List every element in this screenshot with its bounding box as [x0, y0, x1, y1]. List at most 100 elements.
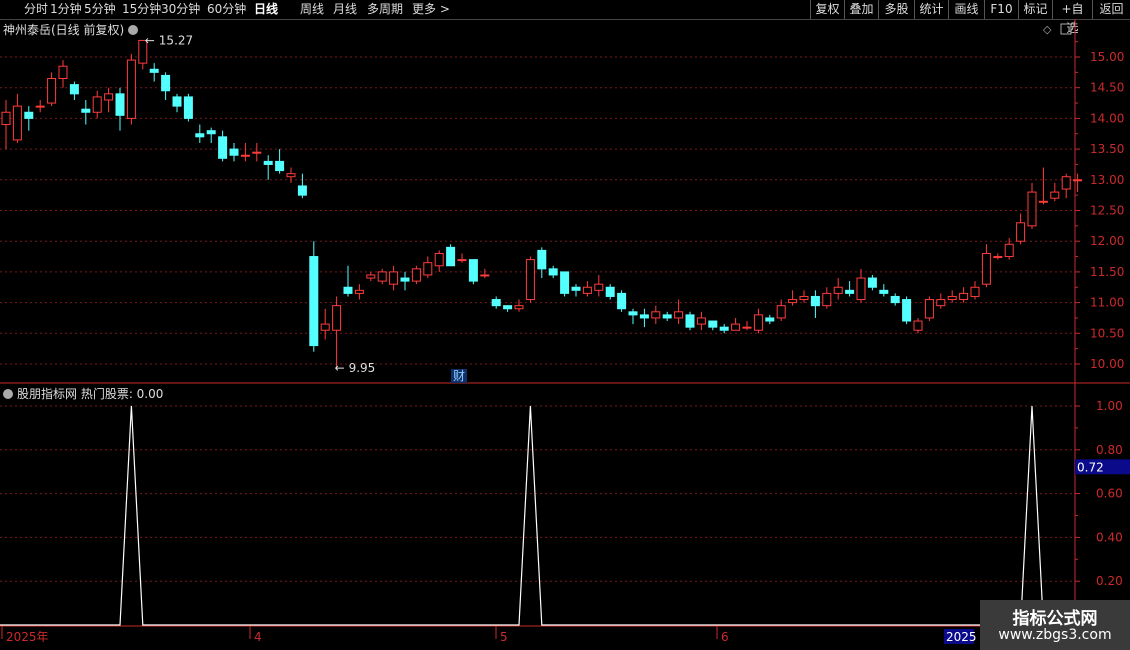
candle-47[interactable]: [537, 247, 547, 279]
candle-38[interactable]: [434, 250, 444, 272]
candle-66[interactable]: [753, 308, 763, 334]
candle-45[interactable]: [514, 299, 524, 312]
candle-3[interactable]: [35, 99, 45, 113]
candle-39[interactable]: [446, 244, 456, 267]
title-dropdown-icon[interactable]: [128, 25, 138, 35]
candle-10[interactable]: [115, 87, 125, 131]
candle-84[interactable]: [959, 287, 969, 303]
candle-16[interactable]: [183, 93, 193, 122]
candle-55[interactable]: [628, 308, 638, 325]
candle-19[interactable]: [218, 130, 228, 162]
candle-78[interactable]: [890, 293, 900, 306]
candle-43[interactable]: [491, 296, 501, 309]
candle-74[interactable]: [845, 281, 855, 297]
candle-49[interactable]: [560, 271, 570, 297]
candlesticks[interactable]: [1, 39, 1083, 368]
candle-0[interactable]: [1, 99, 11, 150]
candle-13[interactable]: [149, 63, 159, 82]
candle-76[interactable]: [867, 274, 877, 291]
candle-5[interactable]: [58, 60, 68, 88]
period-tab-0[interactable]: 分时: [24, 1, 48, 18]
toolbar-button-8[interactable]: 返回: [1092, 0, 1130, 19]
toolbar-button-7[interactable]: +自选: [1052, 0, 1092, 35]
candle-71[interactable]: [810, 290, 820, 318]
candle-14[interactable]: [161, 72, 171, 100]
candle-46[interactable]: [525, 256, 535, 303]
candle-2[interactable]: [24, 106, 34, 131]
candle-50[interactable]: [571, 284, 581, 297]
candle-73[interactable]: [833, 278, 843, 300]
period-tab-3[interactable]: 15分钟: [122, 1, 161, 18]
candle-61[interactable]: [696, 311, 706, 331]
candle-24[interactable]: [275, 149, 285, 174]
candle-82[interactable]: [936, 293, 946, 309]
candle-15[interactable]: [172, 93, 182, 113]
candle-20[interactable]: [229, 142, 239, 162]
candle-75[interactable]: [856, 268, 866, 303]
period-tab-4[interactable]: 30分钟: [161, 1, 200, 18]
period-tab-5[interactable]: 60分钟: [207, 1, 246, 18]
candle-31[interactable]: [354, 284, 364, 300]
candle-9[interactable]: [104, 87, 114, 113]
candle-25[interactable]: [286, 167, 296, 183]
candle-89[interactable]: [1016, 213, 1026, 245]
candle-90[interactable]: [1027, 182, 1037, 229]
candle-68[interactable]: [776, 299, 786, 322]
candle-91[interactable]: [1038, 167, 1048, 205]
candle-28[interactable]: [320, 308, 330, 340]
toolbar-button-1[interactable]: 叠加: [844, 0, 878, 19]
candle-51[interactable]: [582, 281, 592, 297]
candle-52[interactable]: [594, 274, 604, 297]
candle-34[interactable]: [389, 265, 399, 291]
candle-81[interactable]: [924, 296, 934, 322]
candle-8[interactable]: [92, 90, 102, 119]
candle-53[interactable]: [605, 284, 615, 300]
period-tab-6[interactable]: 日线: [254, 1, 278, 18]
candle-87[interactable]: [993, 253, 1003, 260]
diamond-icon[interactable]: ◇: [1043, 23, 1052, 36]
candle-86[interactable]: [981, 244, 991, 288]
candle-54[interactable]: [617, 290, 627, 312]
period-tab-2[interactable]: 5分钟: [84, 1, 116, 18]
candle-48[interactable]: [548, 265, 558, 279]
candle-17[interactable]: [195, 124, 205, 143]
candle-41[interactable]: [468, 259, 478, 285]
candle-40[interactable]: [457, 253, 467, 263]
candle-1[interactable]: [12, 93, 22, 143]
candle-80[interactable]: [913, 317, 923, 334]
candle-65[interactable]: [742, 321, 752, 331]
candle-92[interactable]: [1050, 182, 1060, 202]
candle-11[interactable]: [126, 53, 136, 125]
candle-32[interactable]: [366, 271, 376, 282]
candle-4[interactable]: [47, 72, 57, 107]
candle-83[interactable]: [947, 290, 957, 303]
candle-79[interactable]: [902, 296, 912, 325]
event-badge[interactable]: 财: [453, 369, 465, 383]
candle-23[interactable]: [263, 155, 273, 180]
candle-72[interactable]: [822, 287, 832, 309]
candle-60[interactable]: [685, 311, 695, 331]
candle-67[interactable]: [765, 314, 775, 325]
candle-63[interactable]: [719, 324, 729, 334]
candle-59[interactable]: [674, 299, 684, 325]
candle-30[interactable]: [343, 265, 353, 297]
candle-22[interactable]: [252, 142, 262, 162]
candle-37[interactable]: [423, 256, 433, 279]
candle-70[interactable]: [799, 290, 809, 303]
toolbar-button-3[interactable]: 统计: [914, 0, 948, 19]
candle-57[interactable]: [651, 305, 661, 325]
candle-26[interactable]: [297, 173, 307, 199]
candle-42[interactable]: [480, 268, 490, 279]
candle-93[interactable]: [1061, 173, 1071, 199]
candle-44[interactable]: [503, 305, 513, 312]
candle-27[interactable]: [309, 241, 319, 352]
candle-35[interactable]: [400, 271, 410, 291]
toolbar-button-2[interactable]: 多股: [878, 0, 914, 19]
candle-29[interactable]: [332, 296, 342, 368]
candle-58[interactable]: [662, 311, 672, 322]
toolbar-button-4[interactable]: 画线: [948, 0, 984, 19]
candle-62[interactable]: [708, 320, 718, 331]
candle-85[interactable]: [970, 281, 980, 300]
candle-6[interactable]: [69, 81, 79, 100]
candle-18[interactable]: [206, 127, 216, 143]
